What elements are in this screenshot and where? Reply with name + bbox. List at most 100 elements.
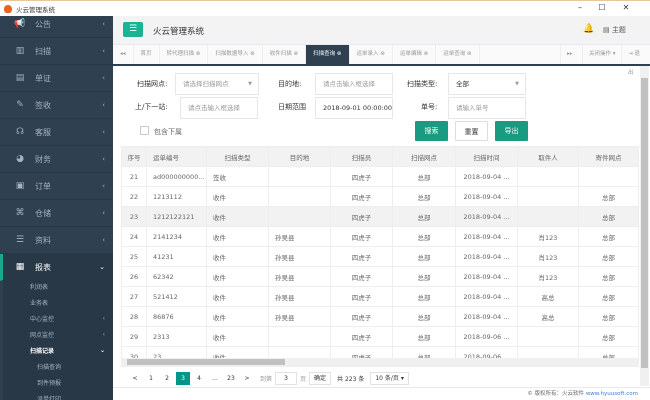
per-page-value: 10 条/页 <box>375 374 399 382</box>
copyright-text: © 版权所有：火云软件 <box>527 391 585 397</box>
sidebar-subitem[interactable]: 中心监控 ‹ <box>3 310 113 326</box>
table-cell: 孙吴县 <box>268 306 331 327</box>
dest-label: 目的地: <box>278 80 302 88</box>
close-icon[interactable]: ⊗ <box>379 51 385 57</box>
table-row[interactable]: 23 1212122121 收件 四虎子 总部 2018-09-04 ... 总部 <box>121 206 639 227</box>
goto-page-input[interactable]: 3 <box>275 371 298 385</box>
sidebar-item[interactable]: ◕ 财务 ‹ <box>0 146 113 173</box>
sidebar-subitem[interactable]: 利润表 <box>3 278 113 294</box>
column-header[interactable]: 运单编号 <box>146 146 207 167</box>
reset-button[interactable]: 重置 <box>455 121 488 141</box>
minimize-button[interactable]: – <box>574 3 586 12</box>
tab-item[interactable]: 运单编辑 ⊗ <box>393 45 437 64</box>
scrollbar-thumb[interactable] <box>641 78 648 368</box>
table-row[interactable]: 28 86876 收件 孙吴县 四虎子 总部 2018-09-04 ... 高总 总部 <box>121 306 639 327</box>
sidebar-item[interactable]: ▦ 报表 ⌄ <box>0 254 113 281</box>
table-row[interactable]: 26 62342 收件 孙吴县 四虎子 总部 2018-09-04 ... 肖123 总部 <box>121 266 639 287</box>
table-row[interactable]: 29 2313 收件 四虎子 总部 2018-09-06 ... 总部 <box>121 326 639 347</box>
close-circle-icon[interactable]: ⊗ <box>335 51 342 57</box>
table-cell: 四虎子 <box>330 166 393 187</box>
column-header[interactable]: 序号 <box>121 146 147 167</box>
page-button[interactable]: 4 <box>192 372 206 385</box>
maximize-button[interactable]: ☐ <box>596 3 608 12</box>
tab-item[interactable]: 首页 <box>134 45 160 64</box>
page-button[interactable]: 1 <box>144 372 158 385</box>
station-input[interactable]: 请点击输入框选择 <box>180 97 258 119</box>
sidebar-item[interactable]: ☊ 客服 ‹ <box>0 119 113 146</box>
close-icon[interactable]: ⊗ <box>422 51 429 57</box>
table-row[interactable]: 21 ad000000000... 签收 四虎子 总部 2018-09-04 ... <box>121 166 639 187</box>
sidebar-subitem[interactable]: 业务表 <box>3 294 113 310</box>
sidebar-subitem[interactable]: 到件预报 <box>3 374 113 390</box>
scrollbar-thumb[interactable] <box>127 359 285 365</box>
barcode-icon: ▥ <box>15 46 25 56</box>
prev-page-button[interactable]: < <box>128 372 142 385</box>
bell-icon[interactable]: 🔔 <box>583 24 594 34</box>
sidebar-subitem[interactable]: 扫描查询 <box>3 358 113 374</box>
scan-records-table: 序号 运单编号 扫描类型 目的地 扫描员 扫描网点 扫描时间 取件人 寄件网点 21 ad0000… <box>121 146 639 367</box>
tabs-scroll-right-icon[interactable]: ▸▸ <box>560 45 579 64</box>
close-icon[interactable]: ⊗ <box>465 51 472 57</box>
scan-type-value: 全部 <box>456 80 469 88</box>
dest-input[interactable]: 请点击输入框选择 <box>315 73 393 95</box>
company-link[interactable]: www.hyuusoft.com <box>586 391 638 397</box>
megaphone-icon: 📢 <box>14 19 26 29</box>
column-header[interactable]: 寄件网点 <box>578 146 639 167</box>
page-button[interactable]: 2 <box>160 372 174 385</box>
sidebar-item-label: 资料 <box>35 235 51 245</box>
close-operations-dropdown[interactable]: 关闭操作 ▾ <box>582 45 622 64</box>
table-row[interactable]: 25 41231 收件 孙吴县 四虎子 总部 2018-09-04 ... 肖123 总部 <box>121 246 639 267</box>
include-sub-label: 包含下属 <box>154 128 182 136</box>
date-range-input[interactable]: 2018-09-01 00:00:00 - <box>315 97 393 119</box>
sidebar-subitem[interactable]: 派单打印 <box>3 390 113 400</box>
scan-type-select[interactable]: 全部 ▼ <box>448 73 526 95</box>
tab-item[interactable]: 扫描查询 ⊗ <box>306 45 350 64</box>
sidebar-item[interactable]: ✎ 签收 ‹ <box>0 92 113 119</box>
menu-toggle-button[interactable]: ☰ <box>123 22 143 37</box>
page-button[interactable]: 23 <box>224 372 238 385</box>
column-header[interactable]: 目的地 <box>268 146 331 167</box>
logout-button[interactable]: ⇥ 退出 <box>621 45 650 76</box>
tab-item[interactable]: 运单录入 ⊗ <box>350 45 393 64</box>
column-header[interactable]: 扫描网点 <box>392 146 456 167</box>
close-icon[interactable]: ⊗ <box>292 51 299 57</box>
close-button[interactable]: ✕ <box>620 3 632 12</box>
next-page-button[interactable]: > <box>240 372 254 385</box>
table-cell: 总部 <box>392 286 456 307</box>
table-row[interactable]: 27 521412 收件 孙吴县 四虎子 总部 2018-09-04 ... 高总 总部 <box>121 286 639 307</box>
tab-item[interactable]: 转代理扫描 ⊗ <box>160 45 209 64</box>
table-cell: 2141234 <box>146 226 207 247</box>
table-row[interactable]: 24 2141234 收件 孙吴县 四虎子 总部 2018-09-04 ... 肖123 总部 <box>121 226 639 247</box>
export-button[interactable]: 导出 <box>495 121 528 141</box>
theme-button[interactable]: ▤ 主题 <box>603 25 626 35</box>
page-button[interactable]: 3 <box>176 371 190 385</box>
sidebar-item[interactable]: ☰ 资料 ‹ <box>0 227 113 254</box>
scan-site-select[interactable]: 请选择扫描网点 ▼ <box>175 73 259 95</box>
sidebar-item[interactable]: ▣ 订单 ‹ <box>0 173 113 200</box>
sidebar-item[interactable]: 📢 公告 ‹ <box>0 16 113 38</box>
confirm-page-button[interactable]: 确定 <box>309 371 332 385</box>
order-input[interactable]: 请输入单号 <box>448 97 526 119</box>
tab-item[interactable]: 收件扫描 ⊗ <box>263 45 307 64</box>
tabs-scroll-left-icon[interactable]: ◂◂ <box>113 45 134 64</box>
table-row[interactable]: 22 1213112 收件 四虎子 总部 2018-09-04 ... 总部 <box>121 186 639 207</box>
include-sub-checkbox[interactable] <box>140 126 149 135</box>
sidebar-subitem[interactable]: 扫描记录 ⌄ <box>3 342 113 358</box>
sidebar-item[interactable]: ▥ 扫描 ‹ <box>0 38 113 65</box>
tab-item[interactable]: 运单查询 ⊗ <box>436 45 480 64</box>
sidebar-item[interactable]: ▤ 单证 ‹ <box>0 65 113 92</box>
close-icon[interactable]: ⊗ <box>248 51 255 57</box>
sidebar-subitem[interactable]: 网点监控 ‹ <box>3 326 113 342</box>
per-page-select[interactable]: 10 条/页 ▾ <box>370 371 409 385</box>
table-cell: 总部 <box>392 246 456 267</box>
column-header[interactable]: 取件人 <box>517 146 579 167</box>
search-button[interactable]: 搜索 <box>415 121 448 141</box>
close-icon[interactable]: ⊗ <box>194 51 201 57</box>
column-header[interactable]: 扫描时间 <box>455 146 518 167</box>
vertical-scrollbar[interactable] <box>640 66 649 386</box>
horizontal-scrollbar[interactable] <box>121 358 638 366</box>
sidebar-item[interactable]: ⌘ 仓储 ‹ <box>0 200 113 227</box>
tab-item[interactable]: 扫描数据导入 ⊗ <box>208 45 263 64</box>
column-header[interactable]: 扫描员 <box>330 146 393 167</box>
column-header[interactable]: 扫描类型 <box>206 146 269 167</box>
